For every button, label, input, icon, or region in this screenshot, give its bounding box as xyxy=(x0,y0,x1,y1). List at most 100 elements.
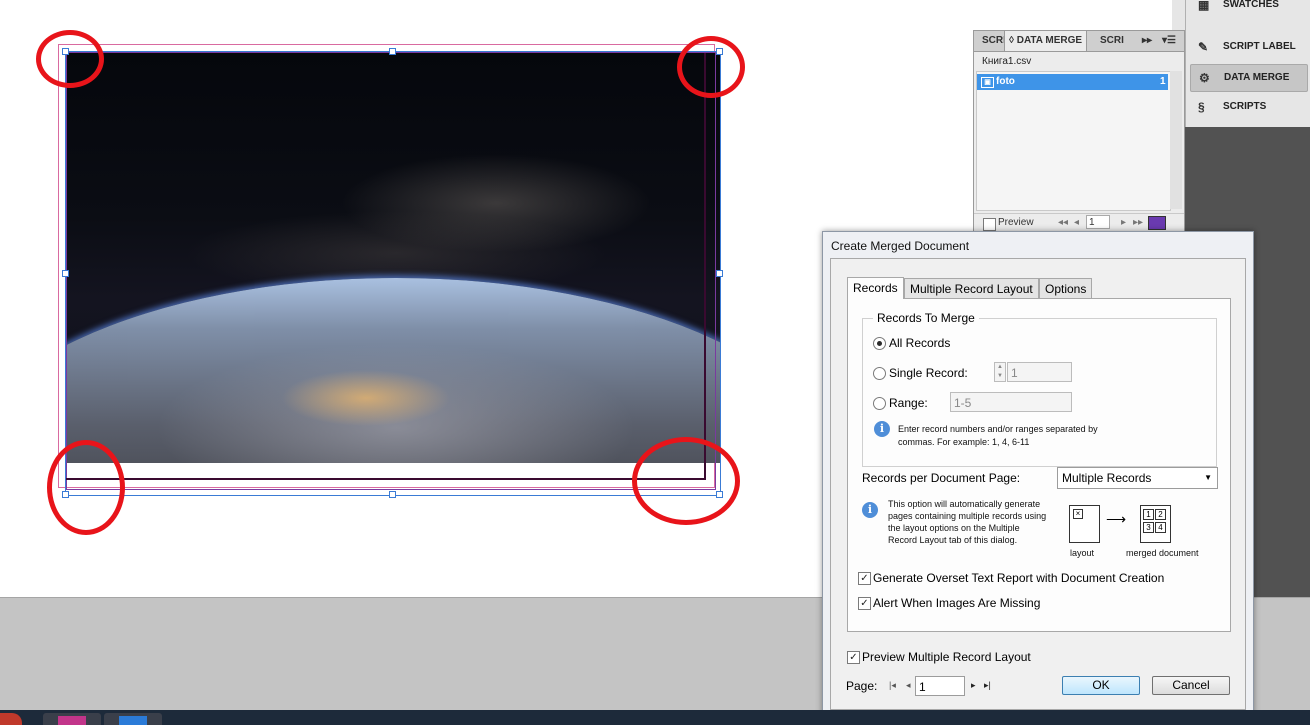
preview-checkbox[interactable] xyxy=(983,218,996,231)
info-line-2: pages containing multiple records using xyxy=(888,511,1047,521)
dock-item-swatches[interactable]: ▦ SWATCHES xyxy=(1190,0,1306,18)
page-label: Page: xyxy=(846,679,878,693)
app-icon xyxy=(119,716,147,725)
next-page-icon[interactable]: ▸ xyxy=(971,680,976,691)
data-merge-panel: SCRI ◊ DATA MERGE SCRI ▸▸ ▾☰ Книга1.csv … xyxy=(973,30,1185,232)
last-page-icon[interactable]: ▸| xyxy=(984,680,991,691)
info-icon: i xyxy=(874,421,890,437)
dock-item-label: DATA MERGE xyxy=(1224,72,1290,83)
first-record-icon[interactable]: ◂◂ xyxy=(1058,217,1068,228)
page-input[interactable]: 1 xyxy=(915,676,965,696)
records-tab-panel: Records To Merge All Records Single Reco… xyxy=(847,298,1231,632)
radio-range-label: Range: xyxy=(889,396,928,410)
overset-report-checkbox[interactable]: ✓ xyxy=(858,572,871,585)
scripts-icon: § xyxy=(1198,100,1205,114)
tab-options[interactable]: Options xyxy=(1039,278,1093,299)
data-source-name: Книга1.csv xyxy=(982,56,1032,67)
radio-range[interactable] xyxy=(873,397,886,410)
selection-handle[interactable] xyxy=(389,48,396,55)
dock-item-script-label[interactable]: ✎ SCRIPT LABEL xyxy=(1190,34,1306,60)
overset-report-label: Generate Overset Text Report with Docume… xyxy=(873,571,1165,585)
radio-all-records[interactable] xyxy=(873,337,886,350)
layout-cell-icon: × xyxy=(1073,509,1083,519)
frame-bottom-stroke xyxy=(66,478,706,480)
chevron-down-icon: ▼ xyxy=(1204,473,1212,482)
panel-menu-icon[interactable]: ▾☰ xyxy=(1158,31,1180,51)
dock-item-scripts[interactable]: § SCRIPTS xyxy=(1190,94,1306,120)
data-merge-icon: ⚙ xyxy=(1199,71,1210,85)
diagram-cell: 1 xyxy=(1143,509,1154,520)
field-name: foto xyxy=(996,76,1015,87)
swatches-icon: ▦ xyxy=(1198,0,1210,12)
layout-diagram: × xyxy=(1069,505,1100,543)
range-input[interactable]: 1-5 xyxy=(950,392,1072,412)
selection-handle[interactable] xyxy=(716,270,723,277)
script-label-icon: ✎ xyxy=(1198,40,1209,54)
info-line-1: This option will automatically generate xyxy=(888,499,1041,509)
field-row-foto[interactable]: ▣ foto 1 xyxy=(977,74,1168,90)
dock-item-label: SWATCHES xyxy=(1223,0,1279,10)
tab-records[interactable]: Records xyxy=(847,277,904,299)
next-record-icon[interactable]: ▸ xyxy=(1121,217,1126,228)
tab-data-merge[interactable]: ◊ DATA MERGE xyxy=(1004,31,1088,51)
alert-images-checkbox[interactable]: ✓ xyxy=(858,597,871,610)
records-to-merge-group: Records To Merge All Records Single Reco… xyxy=(862,311,1217,467)
selection-handle[interactable] xyxy=(62,270,69,277)
image-field-icon: ▣ xyxy=(981,77,994,88)
expand-arrows-icon[interactable]: ▸▸ xyxy=(1138,31,1156,51)
taskbar xyxy=(0,710,1310,725)
radio-all-records-label: All Records xyxy=(889,336,951,350)
panel-footer: Preview ◂◂ ◂ 1 ▸ ▸▸ xyxy=(974,213,1184,232)
diagram-cell: 4 xyxy=(1155,522,1166,533)
create-merged-document-dialog: Create Merged Document Records Multiple … xyxy=(822,231,1254,717)
annotation-circle xyxy=(36,30,104,88)
range-hint-line-1: Enter record numbers and/or ranges separ… xyxy=(898,424,1098,434)
prev-page-icon[interactable]: ◂ xyxy=(906,680,911,691)
ok-button[interactable]: OK xyxy=(1062,676,1140,695)
taskbar-app-indesign[interactable] xyxy=(43,713,101,725)
cancel-button[interactable]: Cancel xyxy=(1152,676,1230,695)
annotation-circle xyxy=(677,36,745,98)
diagram-merged-caption: merged document xyxy=(1126,548,1199,558)
diagram-cell: 3 xyxy=(1143,522,1154,533)
radio-single-record[interactable] xyxy=(873,367,886,380)
tab-multiple-record-layout[interactable]: Multiple Record Layout xyxy=(904,278,1039,299)
single-record-stepper[interactable]: ▲ ▼ xyxy=(994,362,1006,382)
last-record-icon[interactable]: ▸▸ xyxy=(1133,217,1143,228)
records-per-page-value: Multiple Records xyxy=(1062,471,1152,485)
panel-tab-bar: SCRI ◊ DATA MERGE SCRI ▸▸ ▾☰ xyxy=(974,31,1184,52)
first-page-icon[interactable]: |◂ xyxy=(889,680,896,691)
info-line-4: Record Layout tab of this dialog. xyxy=(888,535,1018,545)
dock-item-label: SCRIPTS xyxy=(1223,101,1267,112)
frame-right-stroke xyxy=(704,53,706,480)
group-title: Records To Merge xyxy=(873,311,979,325)
preview-layout-label: Preview Multiple Record Layout xyxy=(862,650,1031,664)
info-line-3: the layout options on the Multiple xyxy=(888,523,1020,533)
prev-record-icon[interactable]: ◂ xyxy=(1074,217,1079,228)
records-per-page-label: Records per Document Page: xyxy=(862,471,1021,485)
taskbar-app-browser[interactable] xyxy=(104,713,162,725)
tab-data-merge-label: DATA MERGE xyxy=(1016,35,1083,46)
selection-handle[interactable] xyxy=(389,491,396,498)
annotation-circle xyxy=(632,437,740,525)
single-record-input[interactable]: 1 xyxy=(1007,362,1072,382)
preview-label: Preview xyxy=(998,217,1034,228)
dock-item-label: SCRIPT LABEL xyxy=(1223,41,1296,52)
create-merged-document-icon[interactable] xyxy=(1148,216,1166,230)
record-number-field[interactable]: 1 xyxy=(1086,215,1110,229)
indesign-icon xyxy=(58,716,86,725)
dialog-title: Create Merged Document xyxy=(831,239,970,253)
panel-scrollbar[interactable] xyxy=(1170,71,1182,209)
tab-script-right[interactable]: SCRI xyxy=(1096,31,1128,51)
preview-layout-checkbox[interactable]: ✓ xyxy=(847,651,860,664)
arrow-right-icon: ⟶ xyxy=(1106,511,1127,527)
annotation-circle xyxy=(47,440,125,535)
dock-edge xyxy=(1172,0,1185,30)
records-per-page-select[interactable]: Multiple Records ▼ xyxy=(1057,467,1218,489)
start-button[interactable] xyxy=(0,713,22,725)
field-list: ▣ foto 1 xyxy=(976,71,1171,211)
dock-item-data-merge[interactable]: ⚙ DATA MERGE xyxy=(1190,64,1308,92)
panel-dock: ▦ SWATCHES ✎ SCRIPT LABEL ⚙ DATA MERGE §… xyxy=(1185,0,1310,127)
radio-single-record-label: Single Record: xyxy=(889,366,968,380)
field-count: 1 xyxy=(1160,76,1166,87)
